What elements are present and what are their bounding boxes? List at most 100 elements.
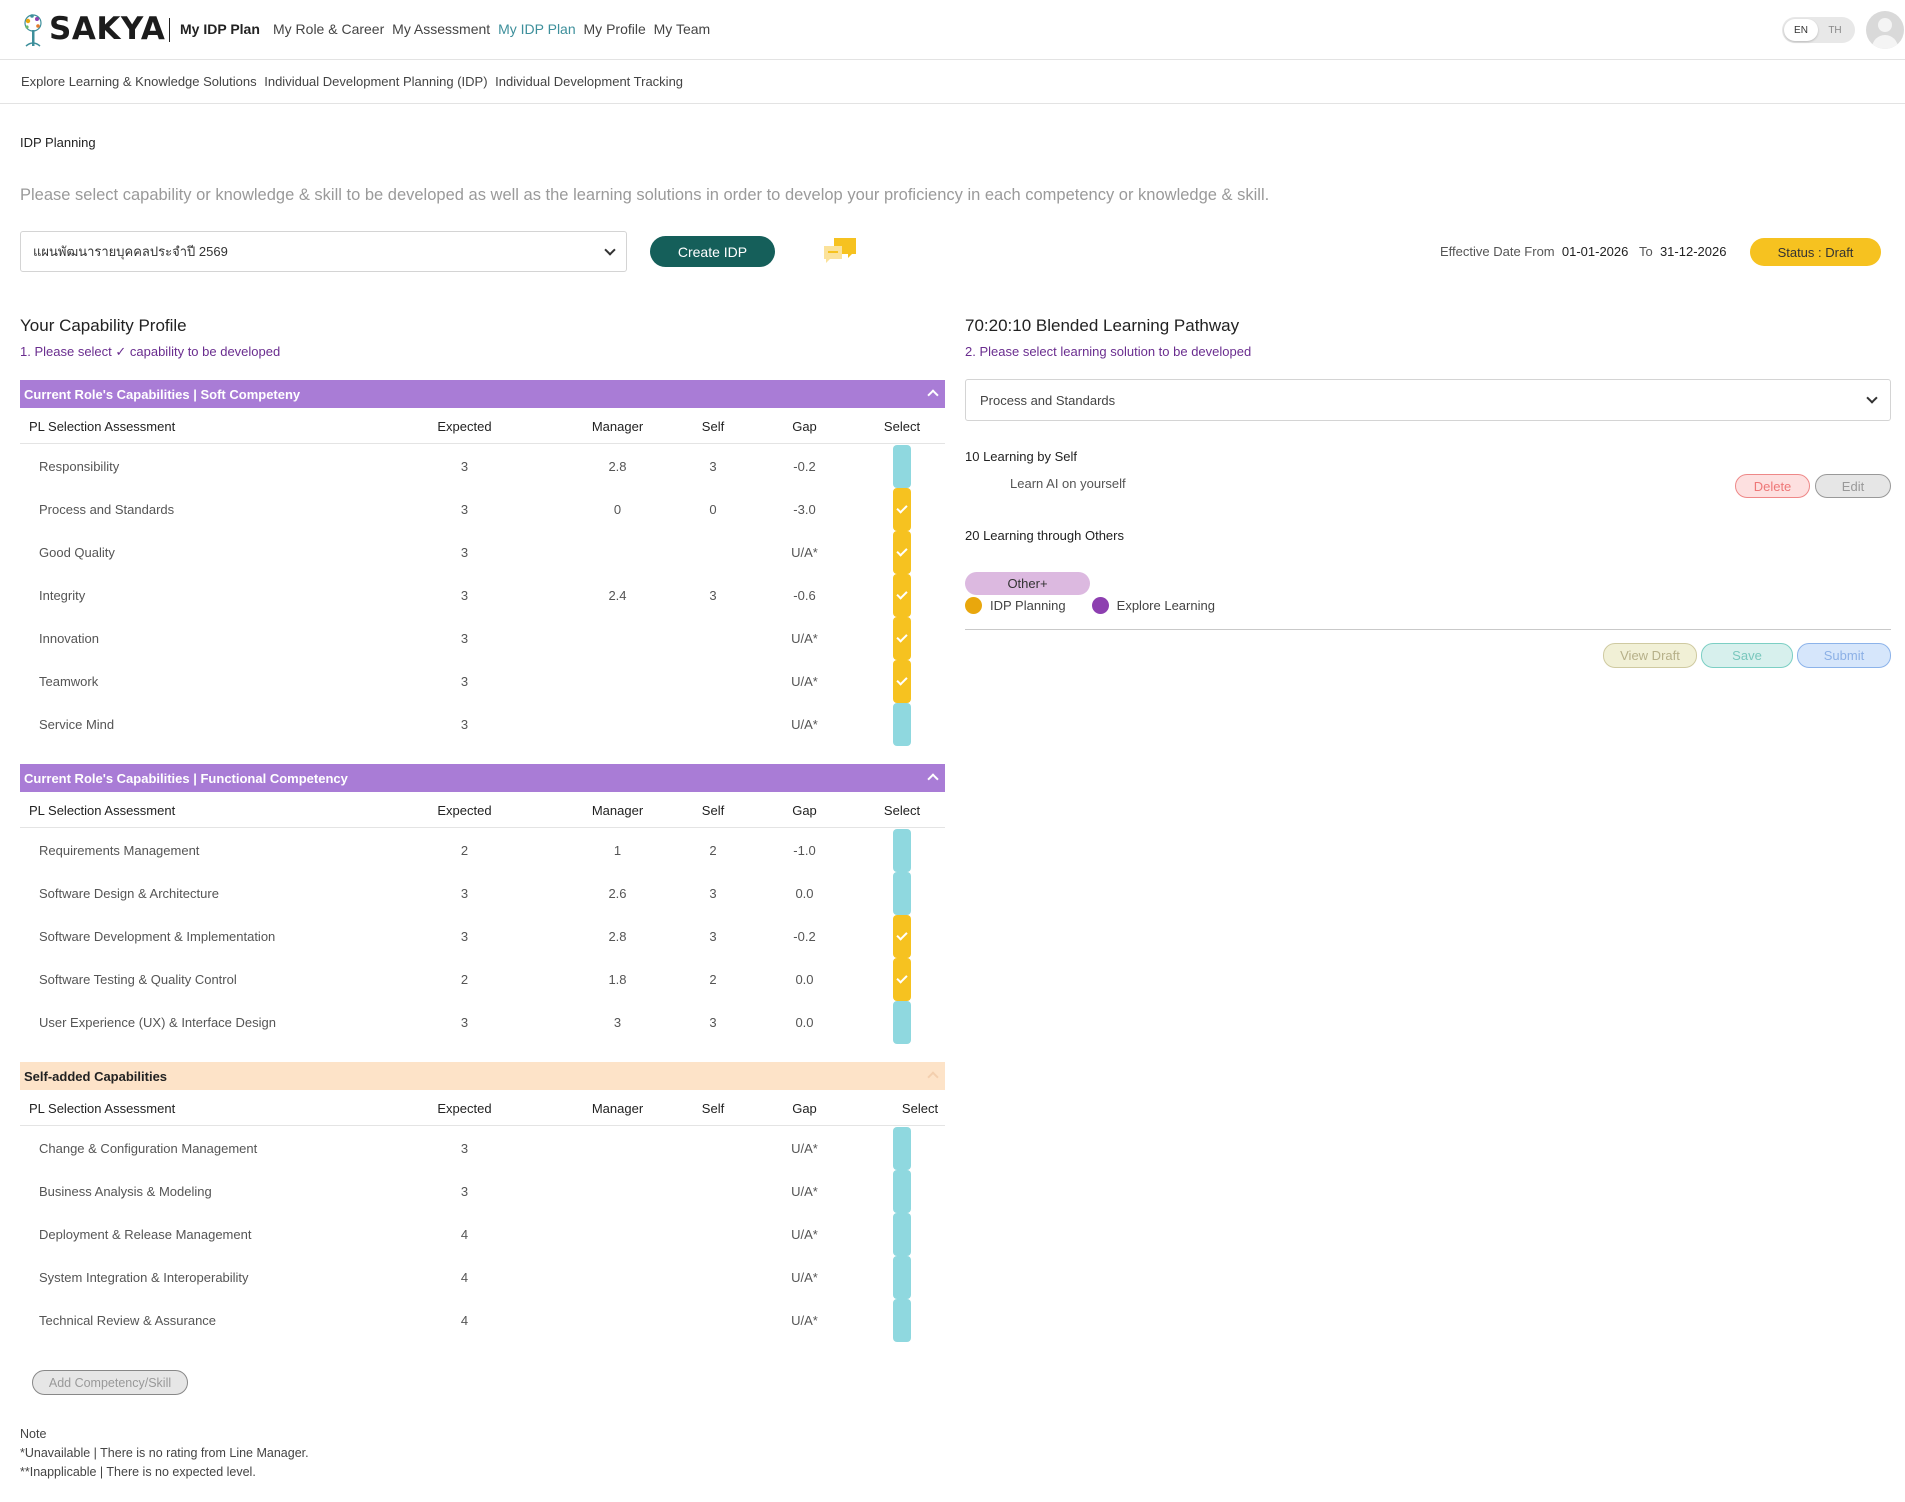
select-checkbox[interactable] bbox=[893, 1001, 911, 1044]
nav-divider bbox=[169, 18, 170, 42]
chevron-up-icon[interactable] bbox=[927, 1071, 939, 1083]
group-title: Current Role's Capabilities | Soft Compe… bbox=[24, 386, 301, 402]
gap-value: U/A* bbox=[791, 674, 818, 689]
capability-select[interactable]: Process and Standards bbox=[965, 379, 1891, 421]
select-checkbox[interactable] bbox=[893, 1299, 911, 1342]
plan-select[interactable]: แผนพัฒนารายบุคคลประจำปี 2569 bbox=[20, 231, 627, 272]
subnav-idt[interactable]: Individual Development Tracking bbox=[495, 74, 683, 89]
expected-level: 2 bbox=[460, 972, 469, 987]
expected-level: 2 bbox=[460, 843, 469, 858]
gap-value: U/A* bbox=[791, 1313, 818, 1328]
nav-my-profile[interactable]: My Profile bbox=[584, 21, 646, 37]
table-row: Change & Configuration Management 3 U/A* bbox=[20, 1127, 945, 1170]
sub-navbar: Explore Learning & Knowledge Solutions I… bbox=[0, 61, 1905, 104]
subnav-idp[interactable]: Individual Development Planning (IDP) bbox=[264, 74, 487, 89]
brand-logo[interactable]: SAKYA bbox=[18, 10, 165, 48]
chevron-up-icon[interactable] bbox=[927, 389, 939, 401]
submit-button[interactable]: Submit bbox=[1797, 643, 1891, 668]
select-checkbox[interactable] bbox=[893, 1213, 911, 1256]
table-row: Software Development & Implementation 3 2.… bbox=[20, 915, 945, 958]
other-add-button[interactable]: Other+ bbox=[965, 572, 1090, 595]
create-idp-button[interactable]: Create IDP bbox=[650, 236, 775, 267]
select-checkbox[interactable] bbox=[893, 872, 911, 915]
expected-level: 3 bbox=[460, 929, 469, 944]
subnav-explore-learning[interactable]: Explore Learning & Knowledge Solutions bbox=[21, 74, 257, 89]
select-checkbox[interactable] bbox=[893, 531, 911, 574]
capability-name: Teamwork bbox=[39, 674, 99, 689]
self-rating bbox=[693, 1127, 733, 1170]
tree-logo-icon bbox=[24, 14, 42, 47]
select-checkbox[interactable] bbox=[893, 1170, 911, 1213]
lang-th-option[interactable]: TH bbox=[1818, 19, 1852, 41]
group-header-2[interactable]: Self-added Capabilities bbox=[20, 1062, 945, 1090]
select-checkbox[interactable] bbox=[893, 829, 911, 872]
capability-name: Requirements Management bbox=[39, 843, 200, 858]
expected-level: 3 bbox=[460, 717, 469, 732]
user-avatar[interactable] bbox=[1866, 11, 1904, 49]
legend-idp-dot bbox=[965, 597, 982, 614]
edit-button[interactable]: Edit bbox=[1815, 474, 1891, 498]
expected-level: 4 bbox=[460, 1227, 469, 1242]
select-cell bbox=[882, 445, 922, 488]
page-title: IDP Planning bbox=[20, 135, 96, 150]
capability-name: Technical Review & Assurance bbox=[39, 1313, 217, 1328]
table-header: PL Selection Assessment Expected Manager Se… bbox=[20, 793, 945, 828]
capability-name: Business Analysis & Modeling bbox=[39, 1184, 212, 1199]
chat-bubble-icon[interactable] bbox=[822, 236, 858, 266]
select-checkbox[interactable] bbox=[893, 1256, 911, 1299]
group-header-1[interactable]: Current Role's Capabilities | Functional… bbox=[20, 764, 945, 792]
expected-level: 3 bbox=[460, 459, 469, 474]
delete-button[interactable]: Delete bbox=[1735, 474, 1810, 498]
nav-my-idp-plan[interactable]: My IDP Plan bbox=[498, 21, 576, 37]
gap-value: U/A* bbox=[791, 1184, 818, 1199]
column-header-self: Self bbox=[701, 802, 725, 818]
gap-value: U/A* bbox=[791, 717, 818, 732]
gap-value: U/A* bbox=[791, 545, 818, 560]
table-row: Good Quality 3 U/A* bbox=[20, 531, 945, 574]
manager-rating bbox=[570, 660, 665, 703]
add-competency-button[interactable]: Add Competency/Skill bbox=[32, 1370, 188, 1395]
nav-my-team[interactable]: My Team bbox=[654, 21, 711, 37]
nav-my-role-career[interactable]: My Role & Career bbox=[273, 21, 384, 37]
manager-rating bbox=[570, 1213, 665, 1256]
language-toggle[interactable]: EN TH bbox=[1782, 17, 1855, 43]
select-checkbox[interactable] bbox=[893, 617, 911, 660]
column-header-expected: Expected bbox=[437, 1100, 492, 1116]
select-cell bbox=[882, 574, 922, 617]
note-unavailable: *Unavailable | There is no rating from L… bbox=[20, 1446, 309, 1460]
status-badge: Status : Draft bbox=[1750, 238, 1881, 266]
expected-level: 3 bbox=[460, 631, 469, 646]
gap-value: 0.0 bbox=[795, 972, 814, 987]
expected-level: 3 bbox=[460, 1015, 469, 1030]
select-checkbox[interactable] bbox=[893, 958, 911, 1001]
select-checkbox[interactable] bbox=[893, 445, 911, 488]
self-rating bbox=[693, 1170, 733, 1213]
manager-rating: 1.8 bbox=[608, 972, 627, 987]
view-draft-button[interactable]: View Draft bbox=[1603, 643, 1697, 668]
select-cell bbox=[882, 531, 922, 574]
save-button[interactable]: Save bbox=[1701, 643, 1793, 668]
group-title: Self-added Capabilities bbox=[24, 1068, 168, 1084]
capability-profile: Your Capability Profile 1. Please select… bbox=[20, 316, 945, 360]
table-row: Technical Review & Assurance 4 U/A* bbox=[20, 1299, 945, 1342]
table-row: Integrity 3 2.4 3 -0.6 bbox=[20, 574, 945, 617]
select-cell bbox=[882, 1213, 922, 1256]
expected-level: 3 bbox=[460, 588, 469, 603]
select-checkbox[interactable] bbox=[893, 915, 911, 958]
select-checkbox[interactable] bbox=[893, 703, 911, 746]
capability-name: Change & Configuration Management bbox=[39, 1141, 258, 1156]
select-cell bbox=[882, 915, 922, 958]
column-header-self: Self bbox=[701, 418, 725, 434]
select-checkbox[interactable] bbox=[893, 488, 911, 531]
manager-rating: 1 bbox=[613, 843, 622, 858]
capability-name: Innovation bbox=[39, 631, 99, 646]
select-checkbox[interactable] bbox=[893, 574, 911, 617]
table-row: Process and Standards 3 0 0 -3.0 bbox=[20, 488, 945, 531]
table-header: PL Selection Assessment Expected Manager Se… bbox=[20, 409, 945, 444]
select-checkbox[interactable] bbox=[893, 1127, 911, 1170]
group-header-0[interactable]: Current Role's Capabilities | Soft Compe… bbox=[20, 380, 945, 408]
chevron-up-icon[interactable] bbox=[927, 773, 939, 785]
lang-en-option[interactable]: EN bbox=[1784, 19, 1818, 41]
select-checkbox[interactable] bbox=[893, 660, 911, 703]
nav-my-assessment[interactable]: My Assessment bbox=[392, 21, 490, 37]
